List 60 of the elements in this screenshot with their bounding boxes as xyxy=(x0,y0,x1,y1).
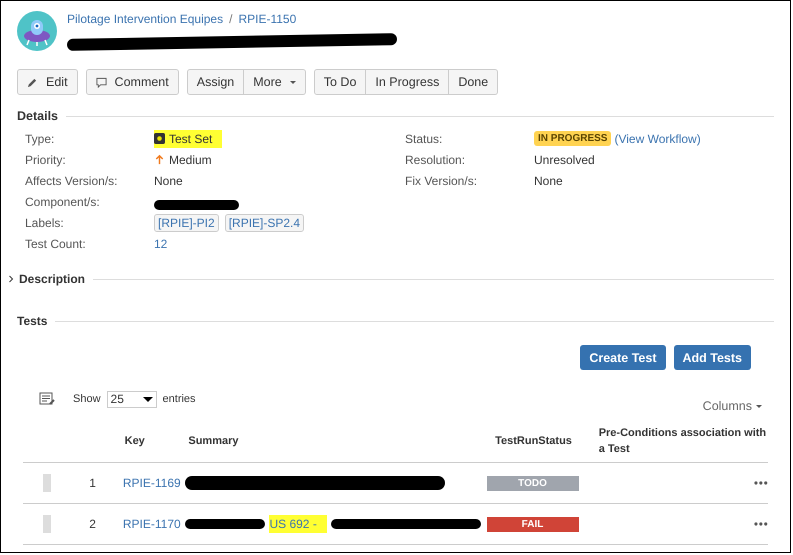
field-label: Labels: xyxy=(25,216,65,230)
columns-button[interactable]: Columns xyxy=(696,398,768,414)
field-label: Affects Version/s: xyxy=(25,174,118,188)
primary-button[interactable]: Add Tests xyxy=(674,345,751,370)
field-label: Component/s: xyxy=(25,194,101,208)
more-icon[interactable] xyxy=(754,522,768,526)
workflow-button[interactable]: Done xyxy=(449,69,498,95)
project-avatar-icon xyxy=(17,11,57,51)
show-label: Show xyxy=(73,393,101,405)
field-label: Type: xyxy=(25,132,56,146)
action-button[interactable]: Comment xyxy=(86,69,179,95)
comment-icon xyxy=(96,76,107,88)
drag-handle[interactable] xyxy=(42,515,51,533)
breadcrumb-separator: / xyxy=(229,12,232,26)
section-title: Details xyxy=(17,109,58,123)
action-button[interactable]: Assign xyxy=(186,69,244,95)
workflow-button[interactable]: To Do xyxy=(314,69,366,95)
primary-button[interactable]: Create Test xyxy=(580,345,666,370)
status-badge: IN PROGRESS xyxy=(534,131,612,146)
field-value: None xyxy=(534,174,563,188)
field-label: Status: xyxy=(405,132,444,146)
workflow-button[interactable]: In Progress xyxy=(366,69,450,95)
column-header: Key xyxy=(124,434,146,449)
row-number: 1 xyxy=(88,476,97,490)
page-size-select[interactable]: 25 xyxy=(106,390,157,408)
expand-icon[interactable] xyxy=(7,275,15,283)
arrow-up-icon xyxy=(154,154,165,165)
label-tag[interactable]: [RPIE]-SP2.4 xyxy=(224,214,304,232)
section-title[interactable]: Description xyxy=(19,272,86,286)
row-number: 2 xyxy=(88,517,97,531)
field-value: None xyxy=(154,174,183,188)
test-key-link[interactable]: RPIE-1169 xyxy=(122,476,186,490)
action-button[interactable]: More xyxy=(244,69,306,95)
column-header: Pre-Conditions association with a Test xyxy=(598,426,768,457)
test-set-icon xyxy=(154,133,165,144)
test-key-link[interactable]: RPIE-1170 xyxy=(122,517,186,531)
summary-fragment[interactable]: US 692 - xyxy=(269,515,327,533)
project-link[interactable]: Pilotage Intervention Equipes xyxy=(67,12,224,26)
label-tag[interactable]: [RPIE]-PI2 xyxy=(154,214,219,232)
field-value: Unresolved xyxy=(534,152,595,166)
issue-type-value: Test Set xyxy=(154,130,222,148)
field-label: Resolution: xyxy=(405,152,466,166)
priority-value: Medium xyxy=(154,152,212,166)
field-label: Priority: xyxy=(25,152,67,166)
more-icon[interactable] xyxy=(754,481,768,485)
view-workflow-link[interactable]: (View Workflow) xyxy=(614,132,701,146)
list-edit-icon[interactable] xyxy=(39,392,55,406)
field-value-link[interactable]: 12 xyxy=(154,236,168,250)
pencil-icon xyxy=(27,76,38,88)
issue-key-link[interactable]: RPIE-1150 xyxy=(238,12,296,26)
field-label: Test Count: xyxy=(25,236,87,250)
test-status-badge: TODO xyxy=(486,476,579,491)
field-label: Fix Version/s: xyxy=(405,174,478,188)
column-header: TestRunStatus xyxy=(495,434,573,449)
test-status-badge: FAIL xyxy=(486,517,579,532)
action-button[interactable]: Edit xyxy=(17,69,78,95)
column-header: Summary xyxy=(188,434,240,449)
section-title: Tests xyxy=(17,314,48,328)
drag-handle[interactable] xyxy=(42,474,51,492)
entries-label: entries xyxy=(162,393,196,405)
